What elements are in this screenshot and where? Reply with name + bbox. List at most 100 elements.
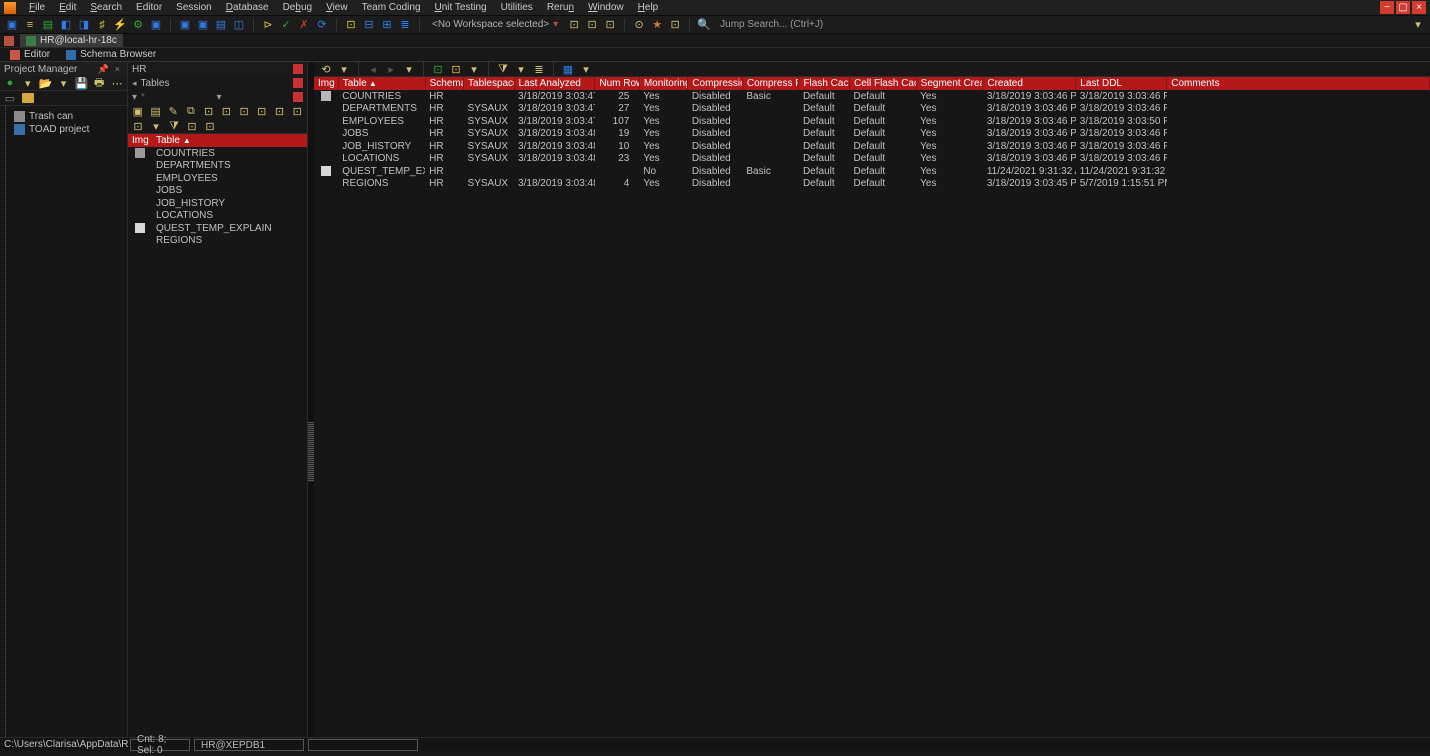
splitter-grip[interactable] bbox=[308, 422, 314, 482]
obj-btn-10[interactable]: ⊡ bbox=[289, 104, 305, 120]
dtb-btn-2-dd[interactable]: ▾ bbox=[466, 61, 482, 77]
toolbar-btn-11[interactable]: ▣ bbox=[195, 17, 211, 33]
toolbar-btn-12[interactable]: ▤ bbox=[213, 17, 229, 33]
obj-btn2-5[interactable]: ⊡ bbox=[202, 118, 218, 134]
column-lastAnalyzed[interactable]: Last Analyzed bbox=[514, 77, 595, 90]
obj-btn-7[interactable]: ⊡ bbox=[236, 104, 252, 120]
toolbar-btn-27[interactable]: ⊡ bbox=[667, 17, 683, 33]
menu-utilities[interactable]: Utilities bbox=[494, 2, 540, 13]
table-row[interactable]: QUEST_TEMP_EXPLAINHRNoDisabledBasicDefau… bbox=[314, 165, 1430, 178]
menu-session[interactable]: Session bbox=[169, 2, 219, 13]
obj-filter-dd[interactable]: ▾ bbox=[216, 92, 221, 103]
table-row[interactable]: COUNTRIESHR3/18/2019 3:03:47 PM25YesDisa… bbox=[314, 90, 1430, 103]
menu-iew[interactable]: View bbox=[319, 2, 355, 13]
dtb-view[interactable]: ▦ bbox=[560, 61, 576, 77]
column-lastDdl[interactable]: Last DDL bbox=[1076, 77, 1167, 90]
toolbar-btn-21[interactable]: ≣ bbox=[397, 17, 413, 33]
panel-close-icon[interactable]: × bbox=[112, 64, 123, 74]
obj-col-img[interactable]: Img bbox=[128, 135, 152, 146]
toolbar-btn-26[interactable]: ★ bbox=[649, 17, 665, 33]
tab-editor[interactable]: Editor bbox=[4, 48, 56, 61]
toolbar-btn-8[interactable]: ⚙ bbox=[130, 17, 146, 33]
obj-filter-clear[interactable] bbox=[293, 92, 303, 102]
column-tablespace[interactable]: Tablespace bbox=[464, 77, 515, 90]
toolbar-btn-9[interactable]: ▣ bbox=[148, 17, 164, 33]
pm-btn-dd[interactable]: ▾ bbox=[20, 75, 36, 91]
menu-dit[interactable]: Edit bbox=[52, 2, 83, 13]
column-table[interactable]: Table bbox=[338, 77, 425, 90]
menu-debug[interactable]: Debug bbox=[276, 2, 319, 13]
table-row[interactable]: LOCATIONSHRSYSAUX3/18/2019 3:03:48 PM23Y… bbox=[314, 153, 1430, 166]
jump-search-input[interactable]: Jump Search... (Ctrl+J) bbox=[714, 19, 1408, 30]
menu-ile[interactable]: File bbox=[22, 2, 52, 13]
tree-node-trash-can[interactable]: Trash can bbox=[2, 110, 125, 123]
object-item[interactable]: COUNTRIES bbox=[128, 147, 307, 160]
toolbar-btn-23[interactable]: ⊡ bbox=[584, 17, 600, 33]
menu-editor[interactable]: Editor bbox=[129, 2, 169, 13]
column-comments[interactable]: Comments bbox=[1167, 77, 1430, 90]
toolbar-btn-22[interactable]: ⊡ bbox=[566, 17, 582, 33]
obj-btn-6[interactable]: ⊡ bbox=[219, 104, 235, 120]
obj-col-table[interactable]: Table ▲ bbox=[152, 135, 307, 146]
object-item[interactable]: REGIONS bbox=[128, 235, 307, 248]
dtb-view-dd[interactable]: ▾ bbox=[578, 61, 594, 77]
toolbar-btn-13[interactable]: ◫ bbox=[231, 17, 247, 33]
maximize-button[interactable]: ▢ bbox=[1396, 1, 1410, 14]
toolbar-btn-3[interactable]: ▤ bbox=[40, 17, 56, 33]
dtb-refresh[interactable]: ⟲ bbox=[318, 61, 334, 77]
toolbar-btn-2[interactable]: ≡ bbox=[22, 17, 38, 33]
toolbar-btn-7[interactable]: ⚡ bbox=[112, 17, 128, 33]
dtb-filter[interactable]: ⧩ bbox=[495, 61, 511, 77]
toolbar-btn-5[interactable]: ◨ bbox=[76, 17, 92, 33]
obj-btn2-3[interactable]: ⧩ bbox=[166, 118, 182, 134]
column-monitoring[interactable]: Monitoring bbox=[639, 77, 688, 90]
pm-btn-new[interactable]: ● bbox=[2, 75, 18, 91]
menu-elp[interactable]: Help bbox=[631, 2, 666, 13]
column-segmentCreated[interactable]: Segment Created bbox=[916, 77, 983, 90]
schema-name[interactable]: HR bbox=[132, 64, 146, 75]
close-button[interactable]: × bbox=[1412, 1, 1426, 14]
menu-nit-testing[interactable]: Unit Testing bbox=[428, 2, 494, 13]
minimize-button[interactable]: − bbox=[1380, 1, 1394, 14]
dtb-filter-dd[interactable]: ▾ bbox=[513, 61, 529, 77]
obj-btn-8[interactable]: ⊡ bbox=[254, 104, 270, 120]
toolbar-btn-10[interactable]: ▣ bbox=[177, 17, 193, 33]
schema-dd[interactable] bbox=[293, 64, 303, 74]
dtb-btn-1[interactable]: ⊡ bbox=[430, 61, 446, 77]
column-created[interactable]: Created bbox=[983, 77, 1076, 90]
dtb-list[interactable]: ≣ bbox=[531, 61, 547, 77]
dtb-back[interactable]: ◂ bbox=[365, 61, 381, 77]
toolbar-btn-20[interactable]: ⊞ bbox=[379, 17, 395, 33]
menu-indow[interactable]: Window bbox=[581, 2, 631, 13]
object-item[interactable]: DEPARTMENTS bbox=[128, 160, 307, 173]
pm-btn-open[interactable]: 📂 bbox=[38, 75, 54, 91]
table-row[interactable]: JOB_HISTORYHRSYSAUX3/18/2019 3:03:48 PM1… bbox=[314, 140, 1430, 153]
table-row[interactable]: EMPLOYEESHRSYSAUX3/18/2019 3:03:47 PM107… bbox=[314, 115, 1430, 128]
folder-icon[interactable] bbox=[22, 93, 34, 103]
toolbar-btn-15[interactable]: ✓ bbox=[278, 17, 294, 33]
menu-rerun[interactable]: Rerun bbox=[540, 2, 581, 13]
column-numRows[interactable]: Num Rows bbox=[595, 77, 639, 90]
pm-btn-save[interactable]: 💾 bbox=[73, 75, 89, 91]
dtb-fwd-dd[interactable]: ▾ bbox=[401, 61, 417, 77]
dtb-btn-2[interactable]: ⊡ bbox=[448, 61, 464, 77]
column-schema[interactable]: Schema bbox=[425, 77, 463, 90]
tab-schema-browser[interactable]: Schema Browser bbox=[60, 48, 162, 61]
toolbar-btn-24[interactable]: ⊡ bbox=[602, 17, 618, 33]
column-compression[interactable]: Compression bbox=[688, 77, 743, 90]
object-item[interactable]: JOB_HISTORY bbox=[128, 197, 307, 210]
toolbar-btn-17[interactable]: ⟳ bbox=[314, 17, 330, 33]
toolbar-dd-end[interactable]: ▾ bbox=[1410, 17, 1426, 33]
menu-team-coding[interactable]: Team Coding bbox=[355, 2, 428, 13]
obj-btn-9[interactable]: ⊡ bbox=[272, 104, 288, 120]
toolbar-btn-18[interactable]: ⊡ bbox=[343, 17, 359, 33]
pm-btn-dd2[interactable]: ▾ bbox=[56, 75, 72, 91]
column-cellFlashCache[interactable]: Cell Flash Cache bbox=[849, 77, 916, 90]
toolbar-btn-1[interactable]: ▣ bbox=[4, 17, 20, 33]
object-item[interactable]: JOBS bbox=[128, 185, 307, 198]
data-grid[interactable]: ImgTableSchemaTablespaceLast AnalyzedNum… bbox=[314, 77, 1430, 737]
toolbar-btn-4[interactable]: ◧ bbox=[58, 17, 74, 33]
toolbar-btn-6[interactable]: ♯ bbox=[94, 17, 110, 33]
object-item[interactable]: QUEST_TEMP_EXPLAIN bbox=[128, 222, 307, 235]
menu-earch[interactable]: Search bbox=[83, 2, 129, 13]
